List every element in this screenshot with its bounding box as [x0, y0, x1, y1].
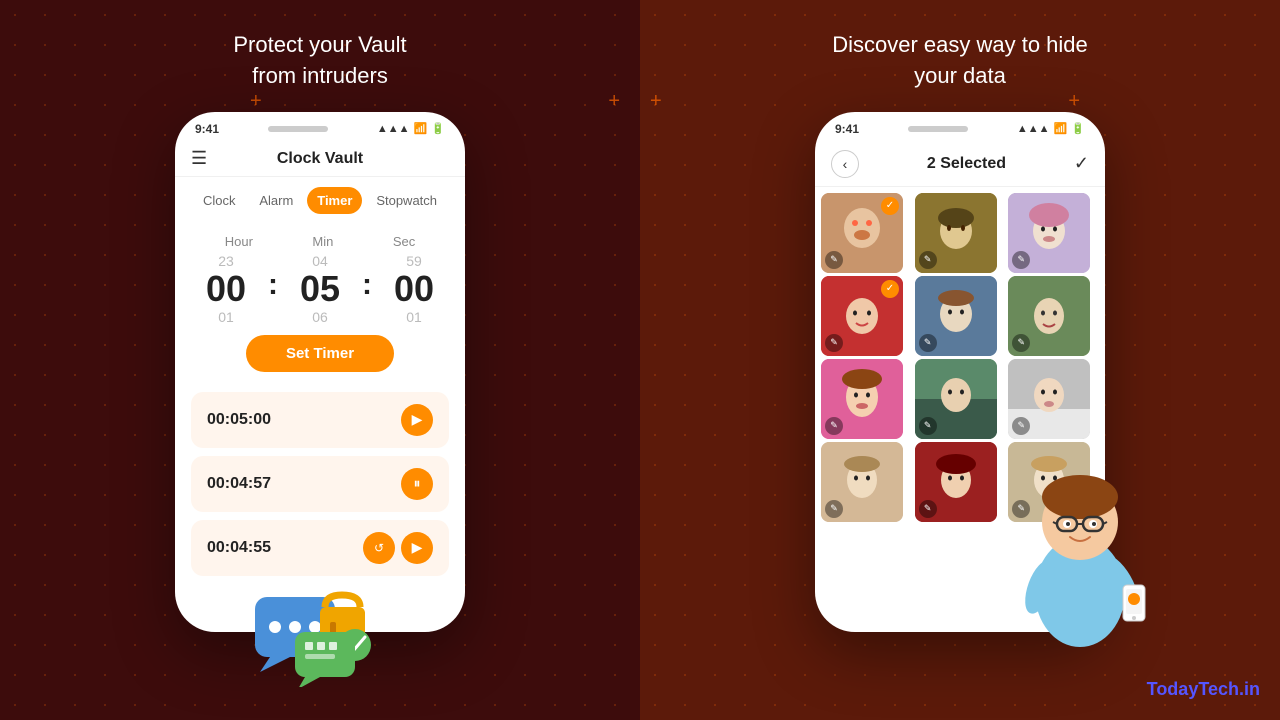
timer-pause-btn-2[interactable]: ⏸: [401, 468, 433, 500]
timer-play-btn-3[interactable]: ▶: [401, 532, 433, 564]
photo-cell-9[interactable]: ✎: [1008, 359, 1090, 439]
selected-count: 2 Selected: [927, 155, 1006, 173]
right-status-icons: ▲▲▲ 📶 🔋: [1017, 122, 1085, 135]
label-min: Min: [312, 234, 333, 249]
photo-cell-6[interactable]: ✎: [1008, 276, 1090, 356]
edit-badge-9: ✎: [1012, 417, 1030, 435]
left-time: 9:41: [195, 122, 219, 136]
right-wifi-icon: 📶: [1054, 122, 1068, 135]
edit-badge-7: ✎: [825, 417, 843, 435]
photo-cell-11[interactable]: ✎: [915, 442, 997, 522]
right-signal-icon: ▲▲▲: [1017, 123, 1050, 135]
left-panel: + + + Protect your Vault from intruders …: [0, 0, 640, 720]
photo-cell-8[interactable]: ✎: [915, 359, 997, 439]
timer-colon-1: :: [268, 268, 278, 302]
timer-col-min[interactable]: 04 05 06: [300, 253, 340, 325]
timer-above-min: 04: [312, 253, 328, 269]
edit-badge-2: ✎: [919, 251, 937, 269]
plus-deco-1: +: [250, 90, 262, 113]
timer-item-2: 00:04:57 ⏸: [191, 456, 449, 512]
photo-cell-10[interactable]: ✎: [821, 442, 903, 522]
timer-section: Hour Min Sec 23 00 01 : 04 05: [175, 224, 465, 392]
tab-clock[interactable]: Clock: [193, 187, 246, 214]
clock-vault-title: Clock Vault: [277, 150, 363, 168]
timer-labels: Hour Min Sec: [195, 234, 445, 249]
edit-badge-8: ✎: [919, 417, 937, 435]
edit-badge-3: ✎: [1012, 251, 1030, 269]
tab-timer[interactable]: Timer: [307, 187, 362, 214]
set-timer-button[interactable]: Set Timer: [246, 335, 394, 372]
timer-main-min: 05: [300, 271, 340, 307]
timer-list: 00:05:00 ▶ 00:04:57 ⏸ 00:04:55 ↺ ▶: [175, 392, 465, 576]
back-button[interactable]: ‹: [831, 150, 859, 178]
left-status-bar: 9:41 ▲▲▲ 📶 🔋: [175, 112, 465, 142]
main-container: + + + Protect your Vault from intruders …: [0, 0, 1280, 720]
timer-above-sec: 59: [406, 253, 422, 269]
edit-badge-5: ✎: [919, 334, 937, 352]
clock-vault-header: ☰ Clock Vault: [175, 142, 465, 177]
edit-badge-1: ✎: [825, 251, 843, 269]
timer-main-sec: 00: [394, 271, 434, 307]
left-status-icons: ▲▲▲ 📶 🔋: [377, 122, 445, 135]
edit-badge-6: ✎: [1012, 334, 1030, 352]
menu-icon[interactable]: ☰: [191, 148, 207, 169]
right-panel-title: Discover easy way to hide your data: [832, 30, 1088, 92]
photo-cell-2[interactable]: ✎: [915, 193, 997, 273]
photo-cell-7[interactable]: ✎: [821, 359, 903, 439]
lock-decoration: [250, 577, 390, 692]
left-phone: 9:41 ▲▲▲ 📶 🔋 ☰ Clock Vault Clock: [175, 112, 465, 632]
selected-badge-4: ✓: [881, 280, 899, 298]
tabs-row: Clock Alarm Timer Stopwatch: [175, 177, 465, 224]
timer-reset-btn-3[interactable]: ↺: [363, 532, 395, 564]
photo-cell-4[interactable]: ✓ ✎: [821, 276, 903, 356]
edit-badge-4: ✎: [825, 334, 843, 352]
right-status-bar: 9:41 ▲▲▲ 📶 🔋: [815, 112, 1105, 142]
timer-item-1: 00:05:00 ▶: [191, 392, 449, 448]
tab-stopwatch[interactable]: Stopwatch: [366, 187, 447, 214]
left-notch: [268, 126, 328, 132]
timer-below-min: 06: [312, 309, 328, 325]
right-time: 9:41: [835, 122, 859, 136]
label-hour: Hour: [225, 234, 253, 249]
edit-badge-10: ✎: [825, 500, 843, 518]
timer-col-hour[interactable]: 23 00 01: [206, 253, 246, 325]
photo-cell-1[interactable]: ✓ ✎: [821, 193, 903, 273]
right-notch: [908, 126, 968, 132]
timer-item-3: 00:04:55 ↺ ▶: [191, 520, 449, 576]
character-decoration: [995, 437, 1165, 652]
tab-alarm[interactable]: Alarm: [249, 187, 303, 214]
signal-icon: ▲▲▲: [377, 123, 410, 135]
timer-time-2: 00:04:57: [207, 475, 271, 493]
right-panel: + + + Discover easy way to hide your dat…: [640, 0, 1280, 720]
timer-time-1: 00:05:00: [207, 411, 271, 429]
edit-badge-11: ✎: [919, 500, 937, 518]
label-sec: Sec: [393, 234, 415, 249]
right-phone-wrapper: 9:41 ▲▲▲ 📶 🔋 ‹ 2 Selected ✓: [815, 112, 1105, 632]
battery-icon: 🔋: [431, 122, 445, 135]
timer-time-3: 00:04:55: [207, 539, 271, 557]
wifi-icon: 📶: [414, 122, 428, 135]
checkmark-icon[interactable]: ✓: [1074, 153, 1089, 174]
brand-text: TodayTech.in: [1147, 679, 1260, 700]
left-phone-wrapper: 9:41 ▲▲▲ 📶 🔋 ☰ Clock Vault Clock: [175, 112, 465, 632]
plus-deco-2: +: [608, 90, 620, 113]
timer-btn-group-3: ↺ ▶: [363, 532, 433, 564]
plus-deco-5: +: [1068, 90, 1080, 113]
timer-colon-2: :: [362, 268, 372, 302]
timer-below-sec: 01: [406, 309, 422, 325]
photo-cell-5[interactable]: ✎: [915, 276, 997, 356]
timer-scroll: 23 00 01 : 04 05 06 : 59 0: [195, 253, 445, 325]
selected-badge-1: ✓: [881, 197, 899, 215]
timer-play-btn-1[interactable]: ▶: [401, 404, 433, 436]
photo-cell-3[interactable]: ✎: [1008, 193, 1090, 273]
plus-deco-4: +: [650, 90, 662, 113]
photo-header: ‹ 2 Selected ✓: [815, 142, 1105, 187]
timer-col-sec[interactable]: 59 00 01: [394, 253, 434, 325]
right-battery-icon: 🔋: [1071, 122, 1085, 135]
timer-main-hour: 00: [206, 271, 246, 307]
timer-below-hour: 01: [218, 309, 234, 325]
left-panel-title: Protect your Vault from intruders: [233, 30, 406, 92]
timer-above-hour: 23: [218, 253, 234, 269]
